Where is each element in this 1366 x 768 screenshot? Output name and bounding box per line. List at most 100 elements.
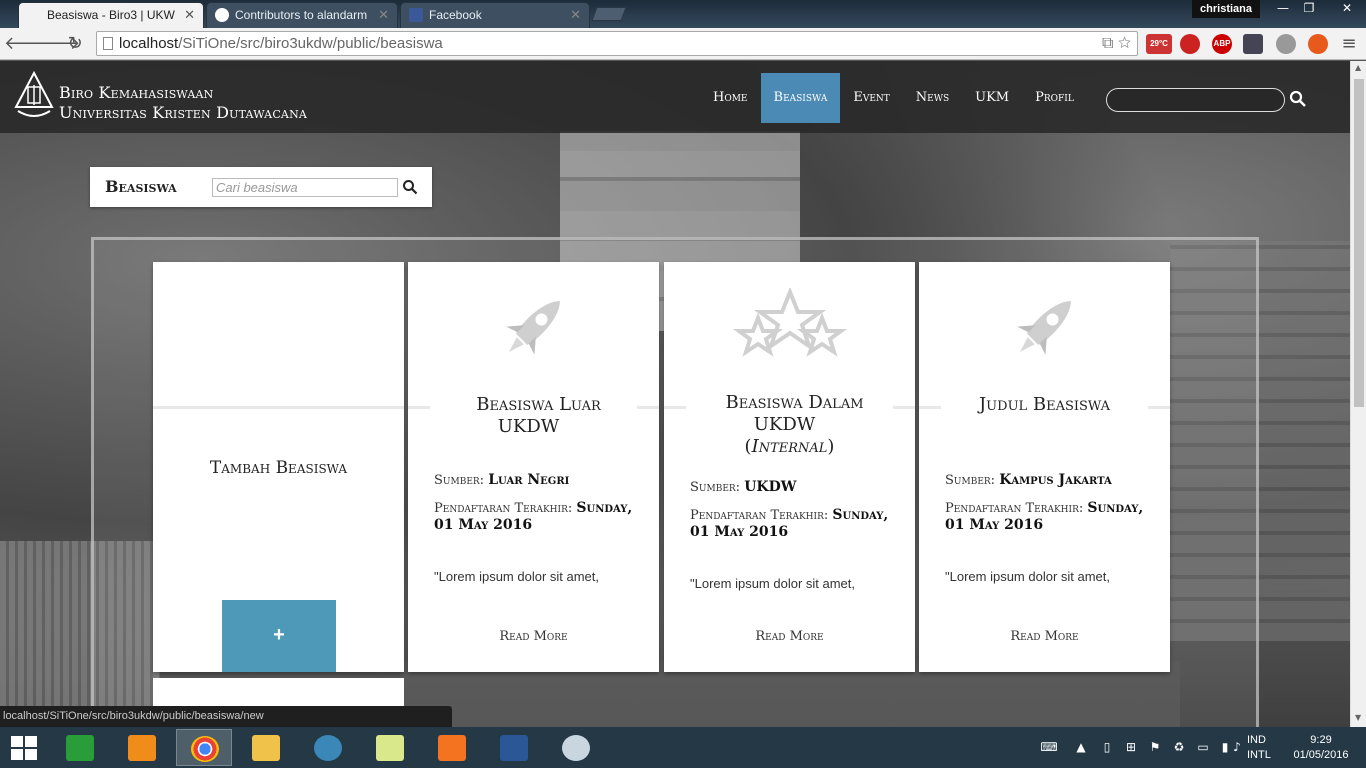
taskbar-app[interactable] — [300, 729, 356, 766]
taskbar-stickies[interactable] — [362, 729, 418, 766]
browser-toolbar: 🡐 🡒 ↻ localhost/SiTiOne/src/biro3ukdw/pu… — [0, 28, 1366, 60]
card-excerpt: "Lorem ipsum dolor sit amet, — [945, 569, 1111, 584]
card-title[interactable]: Beasiswa Dalam UKDW (Internal) — [686, 392, 893, 458]
beasiswa-search-input[interactable]: Cari beasiswa — [212, 178, 398, 197]
tab-title: Facebook — [429, 8, 482, 22]
tab-title: Beasiswa - Biro3 | UKW — [47, 8, 175, 22]
url-path: /SiTiOne/src/biro3ukdw/public/beasiswa — [178, 35, 443, 52]
windows-tray-icon[interactable]: ⊞ — [1124, 740, 1138, 754]
card-deadline: Pendaftaran Terakhir: Sunday, 01 May 201… — [945, 500, 1144, 533]
tab-beasiswa[interactable]: Beasiswa - Biro3 | UKW ✕ — [18, 2, 204, 28]
card-sumber: Sumber: UKDW — [690, 479, 797, 495]
tab-github[interactable]: Contributors to alandarm ✕ — [206, 2, 398, 28]
device-icon[interactable]: ▯ — [1100, 740, 1114, 754]
nav-event[interactable]: Event — [840, 73, 902, 123]
translate-icon[interactable]: ⧉ — [1102, 35, 1113, 52]
minimize-icon[interactable]: — — [1270, 0, 1296, 18]
nav-profil[interactable]: Profil — [1022, 73, 1087, 123]
reload-icon[interactable]: ↻ — [62, 32, 88, 56]
taskbar-explorer[interactable] — [238, 729, 294, 766]
extension-badge-icon[interactable] — [1243, 34, 1263, 54]
search-icon[interactable] — [402, 179, 418, 195]
store-icon — [66, 735, 94, 761]
read-more-link[interactable]: Read More — [664, 629, 915, 644]
add-beasiswa-title: Tambah Beasiswa — [209, 458, 348, 478]
close-tab-icon[interactable]: ✕ — [184, 3, 195, 27]
profile-user[interactable]: christiana — [1192, 0, 1260, 18]
scroll-thumb[interactable] — [1354, 79, 1364, 407]
read-more-link[interactable]: Read More — [919, 629, 1170, 644]
windows-taskbar: ⌨ ▲ ▯ ⊞ ⚑ ♻ ▭ ▮ ♪ IND INTL 9:29 01/05/20… — [0, 727, 1366, 768]
card-excerpt: "Lorem ipsum dolor sit amet, — [690, 576, 856, 591]
taskbar-word[interactable] — [486, 729, 542, 766]
read-more-link[interactable]: Read More — [408, 629, 659, 644]
close-window-icon[interactable]: ✕ — [1328, 0, 1366, 18]
page-scrollbar[interactable]: ▲ ▼ — [1350, 61, 1366, 727]
scroll-up-icon[interactable]: ▲ — [1355, 63, 1361, 72]
taskbar-clock[interactable]: 9:29 01/05/2016 — [1286, 733, 1356, 763]
taskbar-tool[interactable] — [548, 729, 604, 766]
nav-ukm[interactable]: UKM — [962, 73, 1022, 123]
main-nav: Home Beasiswa Event News UKM Profil — [700, 73, 1087, 123]
add-beasiswa-button[interactable]: + — [222, 600, 336, 672]
rocket-icon — [506, 301, 560, 355]
page-favicon-icon — [27, 8, 41, 22]
back-icon[interactable]: 🡐 — [4, 32, 52, 56]
card-title[interactable]: Judul Beasiswa — [941, 394, 1148, 416]
brand-line-2: Universitas Kristen Dutawacana — [59, 103, 308, 122]
status-bar-url: localhost/SiTiOne/src/biro3ukdw/public/b… — [0, 706, 452, 727]
scroll-down-icon[interactable]: ▼ — [1355, 713, 1361, 722]
windows-start-icon[interactable] — [10, 735, 38, 761]
taskbar-chrome[interactable] — [176, 729, 232, 766]
tab-title: Contributors to alandarm — [235, 8, 368, 22]
site-search-input[interactable] — [1106, 88, 1285, 112]
sync-icon[interactable]: ♻ — [1172, 740, 1186, 754]
nav-beasiswa[interactable]: Beasiswa — [760, 73, 841, 123]
taskbar-store[interactable] — [52, 729, 108, 766]
restore-icon[interactable]: ❐ — [1296, 0, 1322, 18]
page-viewport: Biro Kemahasiswaan Universitas Kristen D… — [0, 61, 1350, 727]
folder-icon — [252, 735, 280, 761]
snipping-tool-icon — [562, 735, 590, 761]
search-icon[interactable] — [1288, 87, 1308, 111]
language-indicator[interactable]: IND INTL — [1247, 733, 1277, 763]
chrome-menu-icon[interactable]: ≡ — [1336, 32, 1362, 56]
taskbar-xampp[interactable] — [424, 729, 480, 766]
battery-icon[interactable]: ▭ — [1196, 740, 1210, 754]
tab-facebook[interactable]: Facebook ✕ — [400, 2, 590, 28]
url-host: localhost — [119, 35, 179, 52]
taskbar-media[interactable] — [114, 729, 170, 766]
flag-icon[interactable]: ⚑ — [1148, 740, 1162, 754]
keyboard-icon[interactable]: ⌨ — [1036, 740, 1062, 754]
shield-extension-icon[interactable] — [1180, 34, 1200, 54]
volume-icon[interactable]: ♪ — [1230, 740, 1244, 754]
brand-line-1: Biro Kemahasiswaan — [59, 83, 214, 102]
address-bar[interactable]: localhost/SiTiOne/src/biro3ukdw/public/b… — [96, 31, 1138, 56]
browser-tabstrip: Beasiswa - Biro3 | UKW ✕ Contributors to… — [0, 0, 1366, 28]
ukdw-logo-icon[interactable] — [14, 71, 54, 123]
omnibox-icons: ⧉ ☆ — [1102, 32, 1131, 55]
show-hidden-icons-icon[interactable]: ▲ — [1074, 740, 1088, 754]
power-extension-icon[interactable] — [1276, 34, 1296, 54]
close-tab-icon[interactable]: ✕ — [378, 3, 389, 27]
page-icon — [103, 37, 113, 50]
new-tab-button[interactable] — [591, 7, 627, 21]
card-excerpt: "Lorem ipsum dolor sit amet, — [434, 569, 600, 584]
weather-extension-icon[interactable]: 29°C — [1146, 34, 1172, 54]
nav-news[interactable]: News — [903, 73, 962, 123]
pen-extension-icon[interactable] — [1308, 34, 1328, 54]
close-tab-icon[interactable]: ✕ — [570, 3, 581, 27]
app-icon — [314, 735, 342, 761]
nav-home[interactable]: Home — [700, 73, 761, 123]
word-icon — [500, 735, 528, 761]
media-player-icon — [128, 735, 156, 761]
clock-time: 9:29 — [1310, 734, 1332, 746]
adblock-plus-icon[interactable]: ABP — [1212, 34, 1232, 54]
panel-title: Beasiswa — [105, 177, 177, 196]
forward-icon[interactable]: 🡒 — [32, 32, 80, 56]
sticky-notes-icon — [376, 735, 404, 761]
card-deadline: Pendaftaran Terakhir: Sunday, 01 May 201… — [434, 500, 633, 533]
bookmark-star-icon[interactable]: ☆ — [1118, 35, 1131, 52]
card-title[interactable]: Beasiswa Luar UKDW — [430, 394, 637, 438]
site-brand[interactable]: Biro Kemahasiswaan Universitas Kristen D… — [59, 83, 307, 123]
